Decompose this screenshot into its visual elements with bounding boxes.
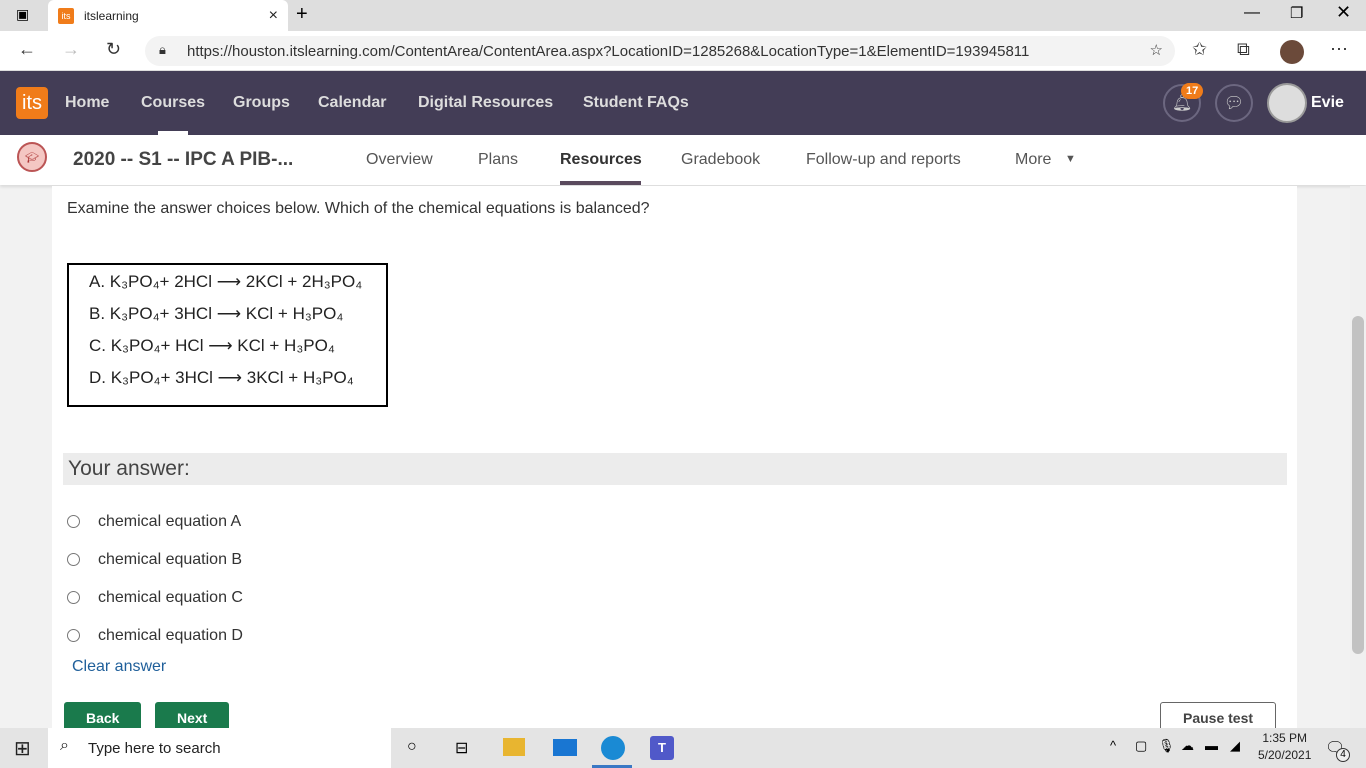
messages-icon[interactable]: 💬︎ (1215, 84, 1253, 122)
taskbar-search[interactable]: ⌕ Type here to search (48, 728, 391, 768)
equation-b: B. K₃PO₄+ 3HCl ⟶ KCl + H₃PO₄ (89, 304, 344, 323)
cortana-icon[interactable]: ○ (407, 738, 417, 756)
wifi-icon[interactable]: ◢ (1230, 738, 1240, 754)
mail-icon[interactable] (553, 739, 577, 756)
browser-tab[interactable]: its itslearning × (48, 0, 288, 31)
notification-count: 4 (1336, 748, 1350, 762)
url-text: https://houston.itslearning.com/ContentA… (187, 42, 1030, 60)
file-explorer-icon[interactable] (503, 738, 525, 756)
favicon: its (58, 7, 74, 24)
equation-c: C. K₃PO₄+ HCl ⟶ KCl + H₃PO₄ (89, 336, 335, 355)
nav-home[interactable]: Home (65, 94, 109, 112)
lock-icon: 🔒︎ (159, 42, 166, 57)
close-tab-icon[interactable]: × (269, 7, 278, 25)
date: 5/20/2021 (1258, 748, 1312, 762)
time: 1:35 PM (1262, 731, 1308, 745)
tab-follow-up[interactable]: Follow-up and reports (806, 151, 961, 169)
itslearning-logo[interactable]: its (16, 87, 48, 119)
collections-icon[interactable]: ⧉ (1237, 39, 1250, 60)
equation-a: A. K₃PO₄+ 2HCl ⟶ 2KCl + 2H₃PO₄ (89, 272, 363, 291)
microphone-icon[interactable]: 🎙︎ (1158, 738, 1175, 754)
nav-digital-resources[interactable]: Digital Resources (418, 94, 553, 112)
profile-avatar[interactable] (1280, 40, 1304, 64)
windows-start-icon[interactable]: ⊞ (14, 736, 31, 761)
question-panel: Examine the answer choices below. Which … (52, 186, 1297, 732)
course-icon: 🎓︎ (17, 142, 47, 172)
tab-plans[interactable]: Plans (478, 151, 518, 169)
active-tab-indicator (560, 181, 641, 185)
tab-overview[interactable]: Overview (366, 151, 433, 169)
task-view-icon[interactable]: ⊟ (455, 738, 468, 758)
battery-icon[interactable]: ▬ (1205, 738, 1218, 753)
browser-tab-bar: ▣ its itslearning × + — ❐ ✕ (0, 0, 1366, 31)
add-favorite-icon[interactable]: ☆ (1150, 41, 1163, 59)
search-icon: ⌕ (60, 737, 69, 754)
radio-option-c[interactable] (67, 591, 80, 604)
forward-icon[interactable]: → (62, 39, 80, 60)
user-avatar[interactable] (1267, 83, 1307, 123)
nav-student-faqs[interactable]: Student FAQs (583, 94, 689, 112)
url-input[interactable]: 🔒︎ https://houston.itslearning.com/Conte… (145, 36, 1175, 66)
tab-resources[interactable]: Resources (560, 151, 642, 169)
course-nav: 🎓︎ 2020 -- S1 -- IPC A PIB-... Overview … (0, 135, 1366, 185)
equations-image: A. K₃PO₄+ 2HCl ⟶ 2KCl + 2H₃PO₄ B. K₃PO₄+… (67, 263, 388, 407)
nav-groups[interactable]: Groups (233, 94, 290, 112)
clear-answer-link[interactable]: Clear answer (72, 658, 166, 676)
close-window-icon[interactable]: ✕ (1336, 2, 1351, 23)
option-b-label[interactable]: chemical equation B (98, 551, 242, 569)
course-title[interactable]: 2020 -- S1 -- IPC A PIB-... (73, 149, 293, 171)
scrollbar-thumb[interactable] (1352, 316, 1364, 654)
camera-icon[interactable]: ▢ (1135, 738, 1147, 754)
edge-icon[interactable] (601, 736, 625, 760)
chevron-down-icon: ▼ (1065, 153, 1076, 165)
user-name[interactable]: Evie (1311, 94, 1344, 112)
your-answer-heading: Your answer: (63, 453, 1287, 485)
favorites-icon[interactable]: ✩ (1192, 39, 1207, 60)
nav-courses[interactable]: Courses (141, 94, 205, 112)
address-bar-row: ← → ↻ 🔒︎ https://houston.itslearning.com… (0, 31, 1366, 71)
option-c-label[interactable]: chemical equation C (98, 589, 243, 607)
radio-option-a[interactable] (67, 515, 80, 528)
nav-calendar[interactable]: Calendar (318, 94, 386, 112)
tab-gradebook[interactable]: Gradebook (681, 151, 760, 169)
back-icon[interactable]: ← (18, 39, 36, 60)
tab-actions-icon[interactable]: ▣ (16, 6, 29, 23)
equation-d: D. K₃PO₄+ 3HCl ⟶ 3KCl + H₃PO₄ (89, 368, 354, 387)
refresh-icon[interactable]: ↻ (106, 39, 121, 60)
main-nav: its Home Courses Groups Calendar Digital… (0, 71, 1366, 135)
option-a-label[interactable]: chemical equation A (98, 513, 241, 531)
onedrive-icon[interactable]: ☁︎ (1181, 738, 1194, 754)
new-tab-icon[interactable]: + (296, 3, 308, 26)
menu-icon[interactable]: ⋯ (1330, 39, 1348, 60)
clock[interactable]: 1:35 PM 5/20/2021 (1258, 731, 1311, 762)
taskbar: ⊞ ⌕ Type here to search ○ ⊟ T ^ ▢ 🎙︎ ☁︎ … (0, 728, 1366, 768)
radio-option-d[interactable] (67, 629, 80, 642)
option-d-label[interactable]: chemical equation D (98, 627, 243, 645)
tab-more[interactable]: More (1015, 151, 1051, 169)
tab-title: itslearning (84, 8, 139, 23)
radio-option-b[interactable] (67, 553, 80, 566)
question-prompt: Examine the answer choices below. Which … (67, 200, 650, 217)
notification-badge: 17 (1181, 83, 1204, 99)
search-placeholder: Type here to search (88, 739, 221, 757)
restore-icon[interactable]: ❐ (1290, 4, 1303, 22)
show-hidden-icons[interactable]: ^ (1110, 738, 1116, 753)
minimize-icon[interactable]: — (1244, 4, 1260, 22)
teams-icon[interactable]: T (650, 736, 674, 760)
